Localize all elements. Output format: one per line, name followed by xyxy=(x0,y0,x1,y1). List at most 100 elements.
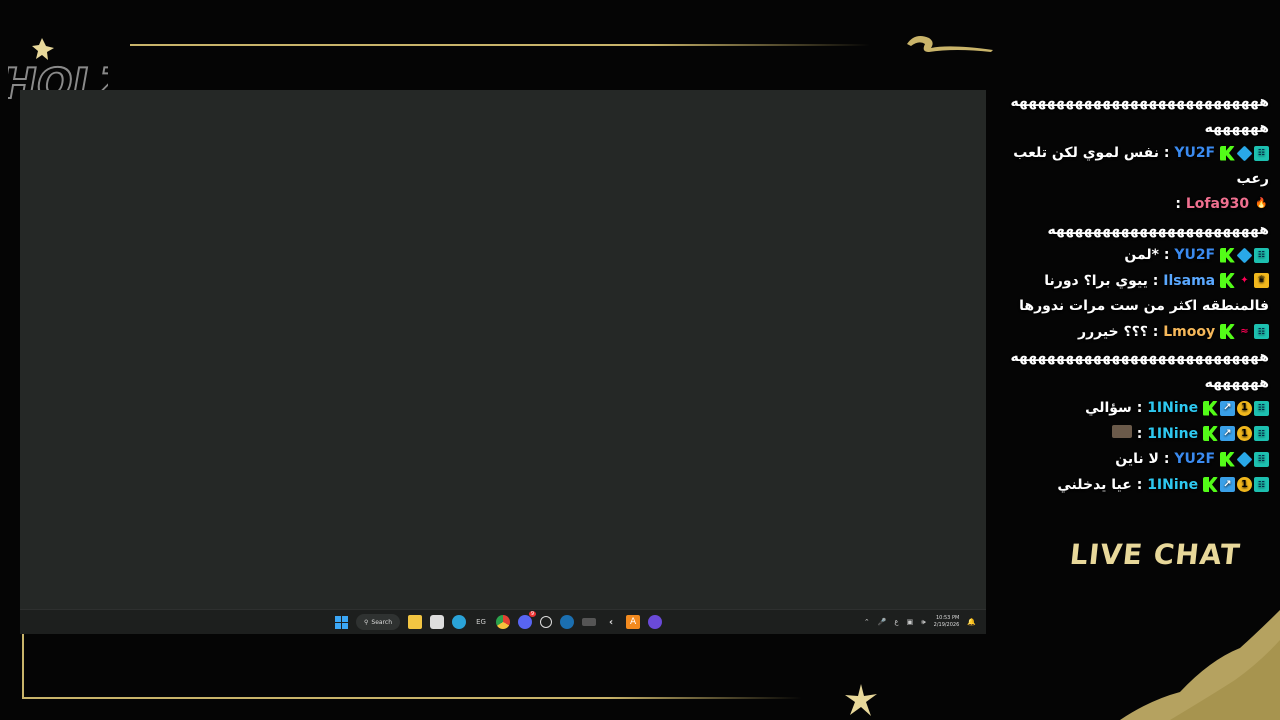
taskbar-apps: ⚲ Search EG 9 ‹ A xyxy=(334,611,663,631)
chat-message-text: هههههههههههههههههههههههه xyxy=(1047,221,1269,238)
chat-message: ↗ 1 ☷ 1INine : عيا يدخلني xyxy=(993,473,1269,499)
microphone-icon[interactable]: 🎤 xyxy=(878,618,887,626)
user-badges: ≈ ☷ xyxy=(1220,324,1269,339)
cube-badge-icon xyxy=(1236,145,1253,161)
one-badge-icon: 1 xyxy=(1237,400,1252,416)
taskbar-search-button[interactable]: ⚲ Search xyxy=(356,614,401,630)
bell-icon[interactable]: 🔔 xyxy=(967,618,976,626)
obs-icon[interactable] xyxy=(540,616,553,628)
kick-app-icon[interactable]: ‹ xyxy=(604,615,618,629)
chat-username[interactable]: Ilsama xyxy=(1158,273,1220,289)
sub-badge-icon: ☷ xyxy=(1254,145,1269,161)
one-badge-icon: 1 xyxy=(1237,426,1252,441)
sub-badge-icon: ☷ xyxy=(1254,400,1269,416)
taskbar: ⚲ Search EG 9 ‹ A ⌃ 🎤 ع ▣ 🕪 10:53 PM 2/1… xyxy=(20,609,986,634)
chat-message: ↗ 1 ☷ 1INine : سؤالي xyxy=(993,396,1269,422)
chat-message-text: *لمن xyxy=(1124,247,1159,263)
chat-message: ☷ YU2F : *لمن xyxy=(993,243,1269,269)
system-tray: ⌃ 🎤 ع ▣ 🕪 10:53 PM 2/19/2026 🔔 xyxy=(864,613,976,631)
chat-username[interactable]: 1INine xyxy=(1142,400,1203,416)
brush-stroke-decoration xyxy=(907,36,993,52)
kick-badge-icon xyxy=(1220,247,1235,263)
chat-username[interactable]: Lmooy xyxy=(1158,324,1220,340)
kick-badge-icon xyxy=(1220,451,1235,467)
chat-separator: : xyxy=(1131,400,1143,416)
clock-date: 2/19/2026 xyxy=(933,622,960,628)
chrome-icon[interactable] xyxy=(496,615,511,629)
chat-message-text: هههههههههههههههههههههههههههه ههههههه xyxy=(1010,94,1270,136)
sub-badge-icon: ☷ xyxy=(1254,451,1269,467)
search-label: Search xyxy=(371,618,393,626)
purple-app-icon[interactable] xyxy=(648,615,663,629)
chat-message: هههههههههههههههههههههههههههه ههههههه xyxy=(993,345,1270,396)
language-indicator[interactable]: ع xyxy=(894,618,898,626)
chat-separator: : xyxy=(1158,145,1170,161)
display-icon[interactable]: ▣ xyxy=(907,618,914,626)
crown-badge-icon: ♛ xyxy=(1254,273,1269,288)
sub-badge-icon: ☷ xyxy=(1254,324,1269,339)
sub-badge-icon: ☷ xyxy=(1254,477,1269,492)
chat-separator: : xyxy=(1158,247,1170,263)
notification-badge: 9 xyxy=(528,611,537,617)
chat-separator: : xyxy=(1147,323,1159,340)
kick-badge-icon xyxy=(1220,145,1235,161)
user-badges: 🔥 xyxy=(1254,197,1269,212)
keyboard-app-icon[interactable] xyxy=(582,618,597,626)
orange-app-icon[interactable]: A xyxy=(626,615,641,629)
chat-separator: : xyxy=(1158,451,1170,467)
chat-message-text: عيا يدخلني xyxy=(1057,476,1132,493)
chat-message: ✦ ♛ Ilsama : ييوي برا؟ دورنا فالمنطقه اكث… xyxy=(993,269,1269,320)
star-icon xyxy=(845,684,877,716)
windows-start-icon[interactable] xyxy=(334,615,348,629)
screen-capture: ⚲ Search EG 9 ‹ A ⌃ 🎤 ع ▣ 🕪 10:53 PM 2/1… xyxy=(20,90,986,634)
arrow-badge-icon: ↗ xyxy=(1220,426,1235,441)
chevron-up-icon[interactable]: ⌃ xyxy=(864,618,870,626)
clock[interactable]: 10:53 PM 2/19/2026 xyxy=(934,615,960,629)
chat-username[interactable]: YU2F xyxy=(1169,145,1220,161)
top-divider-line xyxy=(130,44,870,46)
kick-badge-icon xyxy=(1203,477,1218,492)
chat-message-text: ؟؟؟ خيررر xyxy=(1078,323,1148,340)
chat-message: ☷ YU2F : لا ناين xyxy=(993,447,1269,473)
chat-message: ≈ ☷ Lmooy : ؟؟؟ خيررر xyxy=(993,320,1269,346)
chat-username[interactable]: YU2F xyxy=(1169,451,1220,467)
fire-badge-icon: 🔥 xyxy=(1255,198,1268,210)
chat-message-text: هههههههههههههههههههههههههههه ههههههه xyxy=(1010,349,1270,391)
chat-separator: : xyxy=(1131,476,1143,493)
chat-message: ↗ 1 ☷ 1INine : xyxy=(993,422,1269,448)
chat-message-text: لا ناين xyxy=(1115,451,1159,467)
kick-badge-icon xyxy=(1203,400,1218,416)
cube-badge-icon xyxy=(1236,247,1253,263)
user-badges: ☷ xyxy=(1220,451,1269,467)
chat-separator: : xyxy=(1131,425,1143,442)
clock-time: 10:53 PM xyxy=(935,615,960,621)
arrow-badge-icon: ↗ xyxy=(1220,400,1235,416)
wave-badge-icon: ≈ xyxy=(1240,325,1249,337)
steam-icon[interactable] xyxy=(560,615,575,629)
user-badges: ↗ 1 ☷ xyxy=(1203,426,1269,441)
user-badges: ☷ xyxy=(1220,247,1269,263)
chat-message: هههههههههههههههههههههههههههه ههههههه xyxy=(993,90,1270,141)
discord-icon[interactable]: 9 xyxy=(518,611,537,629)
user-badges: ✦ ♛ xyxy=(1220,273,1269,288)
chat-username[interactable]: 1INine xyxy=(1142,477,1203,493)
sparkle-badge-icon: ✦ xyxy=(1240,274,1249,286)
kick-badge-icon xyxy=(1203,426,1218,441)
chat-username[interactable]: 1INine xyxy=(1142,426,1203,442)
volume-icon[interactable]: 🕪 xyxy=(921,618,925,627)
sub-badge-icon: ☷ xyxy=(1254,426,1269,441)
chat-username[interactable]: YU2F xyxy=(1169,247,1220,263)
chat-message-text: سؤالي xyxy=(1085,400,1132,416)
arrow-badge-icon: ↗ xyxy=(1220,477,1235,492)
live-chat-title: LIVE CHAT xyxy=(1068,538,1243,571)
chat-username[interactable]: Lofa930 xyxy=(1181,196,1254,212)
chat-message: ☷ YU2F : نفس لموي لكن تلعب رعب xyxy=(993,141,1269,192)
kick-badge-icon xyxy=(1220,273,1235,288)
file-explorer-icon[interactable] xyxy=(408,615,423,629)
user-badges: ☷ xyxy=(1220,145,1269,161)
emote-icon xyxy=(1111,424,1132,438)
kick-badge-icon xyxy=(1220,324,1235,339)
edge-icon[interactable] xyxy=(452,615,467,629)
epic-games-icon[interactable]: EG xyxy=(474,615,488,629)
store-icon[interactable] xyxy=(430,615,445,629)
